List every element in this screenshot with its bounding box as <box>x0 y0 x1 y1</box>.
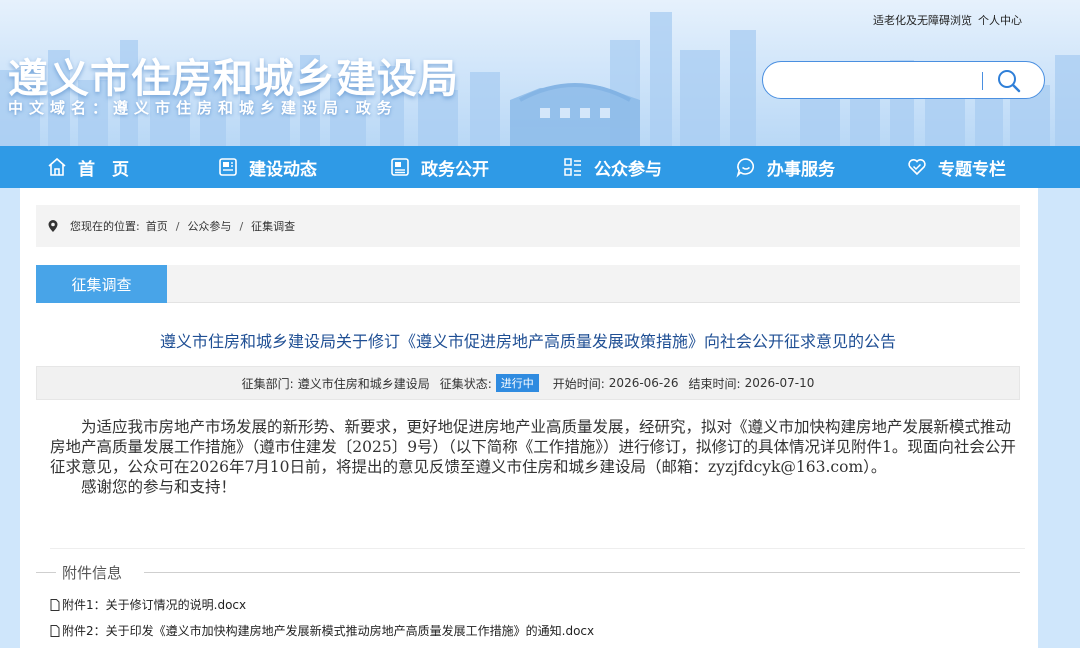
legend-line <box>36 572 56 573</box>
nav-label: 首 页 <box>78 159 129 180</box>
start-value: 2026-06-26 <box>608 376 679 390</box>
accessibility-link[interactable]: 适老化及无障碍浏览 <box>873 12 972 28</box>
site-title: 遵义市住房和城乡建设局 <box>8 56 459 102</box>
attachment-link-1[interactable]: 附件1：关于修订情况的说明.docx <box>50 596 246 613</box>
list-icon <box>564 158 581 176</box>
breadcrumb-separator: / <box>239 219 244 233</box>
site-domain: 中文域名：遵义市住房和城乡建设局.政务 <box>8 99 398 117</box>
home-icon <box>48 157 66 176</box>
article-title: 遵义市住房和城乡建设局关于修订《遵义市促进房地产高质量发展政策措施》向社会公开征… <box>159 332 896 351</box>
file-icon <box>50 624 60 637</box>
nav-label: 办事服务 <box>767 159 835 180</box>
breadcrumb-separator: / <box>175 219 180 233</box>
main-nav: 首 页 建设动态 政务公开 公众参与 办事服务 专题专栏 <box>0 146 1080 188</box>
status-label: 征集状态: <box>439 376 492 391</box>
nav-item-home[interactable]: 首 页 <box>46 146 129 188</box>
section-header: 征集调查 <box>36 265 1020 303</box>
attachment-label: 附件2：关于印发《遵义市加快构建房地产发展新模式推动房地产高质量发展工作措施》的… <box>62 624 595 638</box>
attachments-legend: 附件信息 <box>36 562 1020 582</box>
breadcrumb-survey[interactable]: 征集调查 <box>251 218 295 234</box>
chat-icon <box>736 158 755 178</box>
search-icon[interactable] <box>995 67 1023 95</box>
end-value: 2026-07-10 <box>744 376 815 390</box>
article-paragraph: 感谢您的参与和支持！ <box>81 478 237 496</box>
search-box <box>762 61 1045 99</box>
nav-item-special-topics[interactable]: 专题专栏 <box>906 146 1006 188</box>
breadcrumb-prefix: 您现在的位置: <box>70 220 140 233</box>
legend-line <box>144 572 1020 573</box>
content-panel: 您现在的位置: 首页 / 公众参与 / 征集调查 征集调查 遵义市住房和城乡建设… <box>20 188 1038 648</box>
nav-item-services[interactable]: 办事服务 <box>735 146 835 188</box>
dept-value: 遵义市住房和城乡建设局 <box>297 376 430 391</box>
section-tab-survey[interactable]: 征集调查 <box>36 265 167 303</box>
dept-label: 征集部门: <box>241 376 294 391</box>
end-label: 结束时间: <box>688 376 741 391</box>
breadcrumb: 您现在的位置: 首页 / 公众参与 / 征集调查 <box>36 205 1020 247</box>
search-divider <box>982 72 983 90</box>
attachments-title: 附件信息 <box>62 564 123 582</box>
nav-label: 专题专栏 <box>938 159 1006 180</box>
document-icon <box>391 158 409 176</box>
nav-label: 公众参与 <box>594 159 662 180</box>
search-input[interactable] <box>777 69 977 91</box>
nav-label: 政务公开 <box>421 159 489 180</box>
site-header: 适老化及无障碍浏览 个人中心 遵义市住房和城乡建设局 中文域名：遵义市住房和城乡… <box>0 0 1080 146</box>
breadcrumb-home[interactable]: 首页 <box>146 218 168 234</box>
breadcrumb-public-participation[interactable]: 公众参与 <box>187 218 231 234</box>
status-badge: 进行中 <box>495 374 539 392</box>
location-pin-icon <box>48 220 58 232</box>
nav-item-construction-news[interactable]: 建设动态 <box>217 146 317 188</box>
article-meta: 征集部门: 遵义市住房和城乡建设局 征集状态: 进行中 开始时间: 2026-0… <box>36 366 1020 400</box>
top-links: 适老化及无障碍浏览 个人中心 <box>873 12 1022 28</box>
start-label: 开始时间: <box>552 376 605 391</box>
file-icon <box>50 598 60 611</box>
nav-label: 建设动态 <box>249 159 317 180</box>
article-paragraph: 为适应我市房地产市场发展的新形势、新要求，更好地促进房地产业高质量发展，经研究，… <box>50 418 1016 476</box>
heart-icon <box>908 159 926 176</box>
news-icon <box>219 158 237 176</box>
nav-item-public-participation[interactable]: 公众参与 <box>562 146 662 188</box>
attachment-label: 附件1：关于修订情况的说明.docx <box>62 598 247 612</box>
nav-item-government-affairs[interactable]: 政务公开 <box>389 146 489 188</box>
article-body: 为适应我市房地产市场发展的新形势、新要求，更好地促进房地产业高质量发展，经研究，… <box>50 417 1025 549</box>
user-center-link[interactable]: 个人中心 <box>978 12 1022 28</box>
attachment-link-2[interactable]: 附件2：关于印发《遵义市加快构建房地产发展新模式推动房地产高质量发展工作措施》的… <box>50 622 594 639</box>
